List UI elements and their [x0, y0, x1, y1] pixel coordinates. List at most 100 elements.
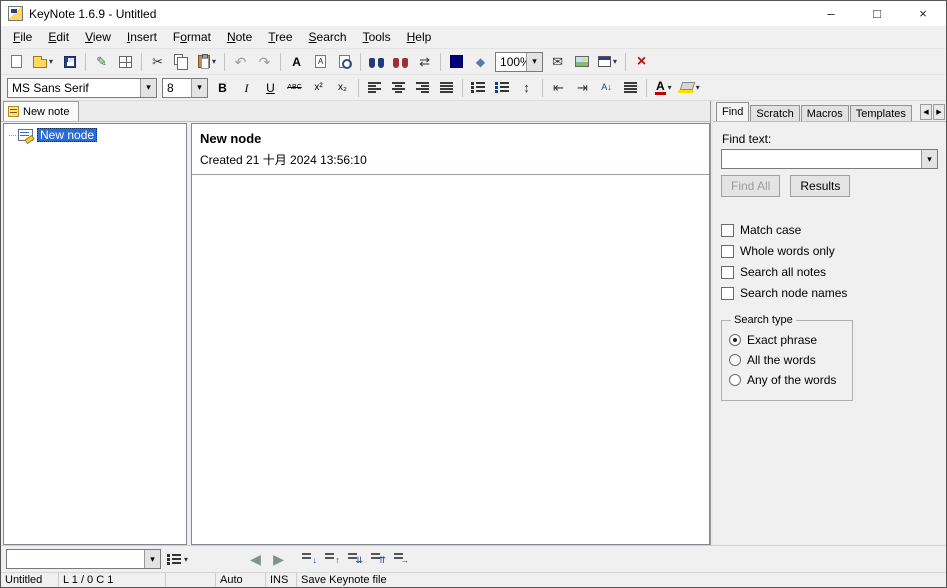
align-center-button[interactable] [387, 77, 410, 99]
find-text-combo[interactable]: ▾ [721, 149, 938, 169]
paragraph-dialog-button[interactable] [309, 51, 332, 73]
find-next-button[interactable] [389, 51, 412, 73]
tabs-scroll-left-icon[interactable]: ◀ [920, 104, 932, 120]
menu-note[interactable]: Note [219, 27, 260, 47]
menu-tools[interactable]: Tools [355, 27, 399, 47]
find-option-search-node-names[interactable]: Search node names [721, 286, 938, 300]
panel-tab-templates[interactable]: Templates [850, 105, 912, 121]
bullet-list-button[interactable] [467, 77, 490, 99]
delete-node-button[interactable]: × [630, 51, 653, 73]
menu-insert[interactable]: Insert [119, 27, 165, 47]
new-file-button[interactable] [5, 51, 28, 73]
results-button[interactable]: Results [790, 175, 850, 197]
search-type-exact-phrase[interactable]: Exact phrase [729, 333, 845, 347]
nav-back-button[interactable]: ◀ [244, 548, 267, 570]
print-preview-button[interactable] [333, 51, 356, 73]
outdent-button[interactable]: ⇤ [547, 77, 570, 99]
checkbox-icon[interactable] [721, 266, 734, 279]
tree-node-new-node[interactable]: New node [4, 124, 186, 142]
minimize-button[interactable]: – [808, 1, 854, 26]
undo-button[interactable]: ↶ [229, 51, 252, 73]
menu-view[interactable]: View [77, 27, 119, 47]
menu-file[interactable]: File [5, 27, 40, 47]
radio-icon[interactable] [729, 334, 741, 346]
panel-tab-macros[interactable]: Macros [801, 105, 849, 121]
format-painter-button[interactable]: ◆ [469, 51, 492, 73]
menu-search[interactable]: Search [301, 27, 355, 47]
align-right-button[interactable] [411, 77, 434, 99]
sort-lines-button[interactable]: A↓ [595, 77, 618, 99]
menu-format[interactable]: Format [165, 27, 219, 47]
radio-icon[interactable] [729, 374, 741, 386]
font-name-combo[interactable]: MS Sans Serif▾ [7, 78, 157, 98]
strikethrough-button[interactable]: ABC [283, 77, 306, 99]
replace-button[interactable]: ⇄ [413, 51, 436, 73]
new-node-button[interactable]: ✎ [90, 51, 113, 73]
highlight-color-button[interactable]: ▾ [677, 77, 704, 99]
editor-text-area[interactable] [192, 175, 709, 544]
find-button[interactable] [365, 51, 388, 73]
collapse-all-button[interactable]: ⇈ [367, 548, 390, 570]
node-history-combo[interactable]: ▾ [6, 549, 161, 569]
expand-node-button[interactable]: ↓ [298, 548, 321, 570]
close-button[interactable]: × [900, 1, 946, 26]
resource-panel-toggle-button[interactable]: ▾ [594, 51, 621, 73]
panel-tab-scratch[interactable]: Scratch [750, 105, 799, 121]
align-justify-button[interactable] [435, 77, 458, 99]
menu-help[interactable]: Help [399, 27, 440, 47]
find-all-button[interactable]: Find All [721, 175, 780, 197]
font-color-button[interactable]: A▾ [651, 77, 676, 99]
save-file-button[interactable] [58, 51, 81, 73]
show-formatting-button[interactable] [619, 77, 642, 99]
copy-button[interactable] [170, 51, 193, 73]
tabs-scroll-right-icon[interactable]: ▶ [933, 104, 945, 120]
line-spacing-button[interactable]: ↕ [515, 77, 538, 99]
checkbox-icon[interactable] [721, 287, 734, 300]
insert-picture-button[interactable] [570, 51, 593, 73]
search-type-all-the-words[interactable]: All the words [729, 353, 845, 367]
style-swatch-button[interactable] [445, 51, 468, 73]
new-subnode-button[interactable] [114, 51, 137, 73]
nav-forward-button[interactable]: ▶ [267, 548, 290, 570]
find-option-whole-words-only[interactable]: Whole words only [721, 244, 938, 258]
font-size-combo[interactable]: 8▾ [162, 78, 208, 98]
goto-parent-button[interactable]: → [390, 548, 413, 570]
chevron-down-icon[interactable]: ▾ [144, 550, 160, 568]
search-type-any-of-the-words[interactable]: Any of the words [729, 373, 845, 387]
collapse-node-button[interactable]: ↑ [321, 548, 344, 570]
expand-all-button[interactable]: ⇊ [344, 548, 367, 570]
align-left-button[interactable] [363, 77, 386, 99]
open-file-button[interactable]: ▾ [29, 51, 57, 73]
note-tab-new-note[interactable]: New note [3, 101, 79, 121]
chevron-down-icon[interactable]: ▾ [191, 79, 207, 97]
underline-button[interactable]: U [259, 77, 282, 99]
zoom-combo[interactable]: 100%▾ [495, 52, 543, 72]
font-dialog-button[interactable]: A [285, 51, 308, 73]
chevron-down-icon[interactable]: ▾ [526, 53, 542, 71]
checkbox-icon[interactable] [721, 224, 734, 237]
paste-button[interactable]: ▾ [194, 51, 220, 73]
menu-edit[interactable]: Edit [40, 27, 77, 47]
tree-layout-button[interactable]: ▾ [163, 548, 192, 570]
panel-tab-find[interactable]: Find [716, 102, 749, 121]
maximize-button[interactable]: □ [854, 1, 900, 26]
radio-icon[interactable] [729, 354, 741, 366]
chevron-down-icon[interactable]: ▾ [140, 79, 156, 97]
export-note-button[interactable]: ✉ [546, 51, 569, 73]
find-option-match-case[interactable]: Match case [721, 223, 938, 237]
indent-button[interactable]: ⇥ [571, 77, 594, 99]
numbered-list-button[interactable] [491, 77, 514, 99]
cut-button[interactable]: ✂ [146, 51, 169, 73]
checkbox-icon[interactable] [721, 245, 734, 258]
menu-tree[interactable]: Tree [260, 27, 300, 47]
app-icon [8, 6, 23, 21]
redo-button[interactable]: ↷ [253, 51, 276, 73]
superscript-button[interactable]: x² [307, 77, 330, 99]
find-option-search-all-notes[interactable]: Search all notes [721, 265, 938, 279]
chevron-down-icon[interactable]: ▾ [921, 150, 937, 168]
cut-icon: ✂ [152, 55, 163, 68]
subscript-button[interactable]: x₂ [331, 77, 354, 99]
italic-button[interactable]: I [235, 77, 258, 99]
node-title: New node [200, 131, 701, 146]
bold-button[interactable]: B [211, 77, 234, 99]
